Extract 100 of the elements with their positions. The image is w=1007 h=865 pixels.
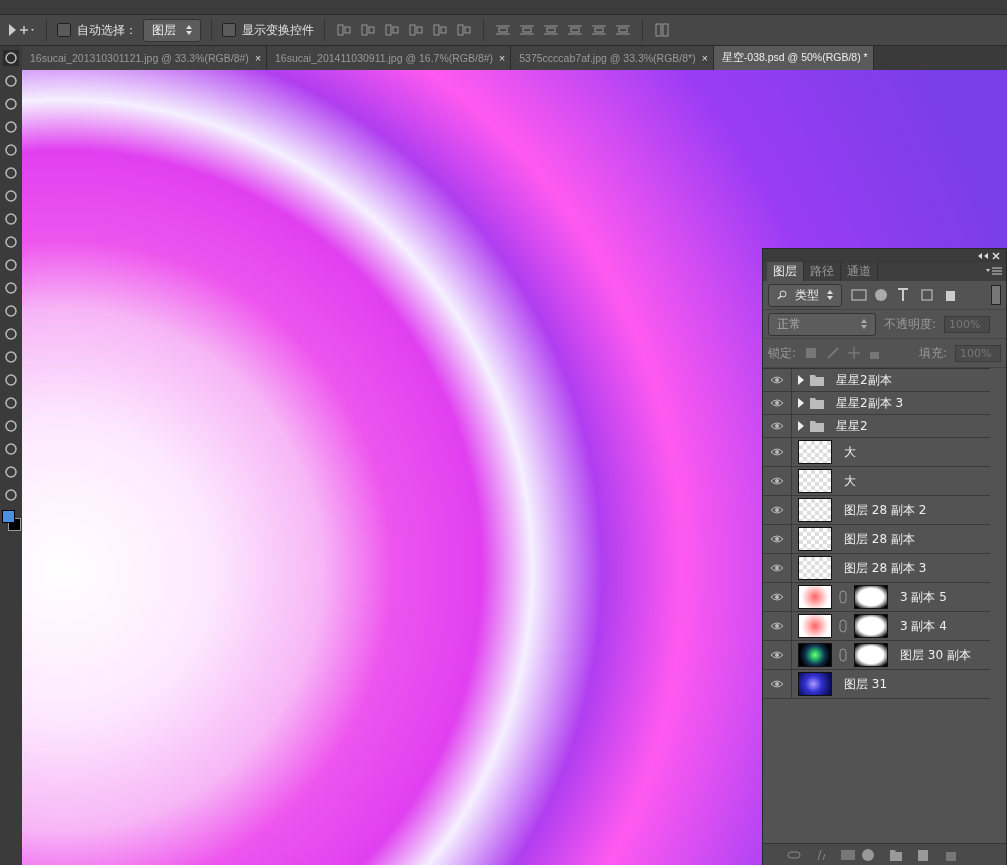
- layer-row[interactable]: 图层 28 副本 3: [763, 554, 990, 583]
- layer-name: 图层 28 副本 2: [844, 501, 927, 519]
- tool-icon[interactable]: [3, 211, 19, 227]
- eye-icon[interactable]: [770, 621, 784, 631]
- layer-name: 图层 28 副本 3: [844, 559, 927, 577]
- link-icon: [838, 590, 848, 604]
- layer-name: 星星2副本 3: [836, 394, 904, 412]
- opacity-label: 不透明度:: [884, 315, 937, 333]
- layer-select-dropdown[interactable]: 图层: [143, 18, 201, 42]
- tool-icon[interactable]: [3, 234, 19, 250]
- tool-icon[interactable]: [3, 372, 19, 388]
- filter-dropdown[interactable]: 类型: [768, 283, 842, 307]
- panel-tab[interactable]: 图层: [767, 262, 804, 281]
- tool-icon[interactable]: [3, 280, 19, 296]
- layer-thumbnail: [798, 614, 832, 638]
- folder-icon[interactable]: [798, 374, 824, 386]
- align-icon[interactable]: [407, 22, 425, 38]
- layer-name: 星星2: [836, 417, 868, 435]
- layer-row[interactable]: 3 副本 4: [763, 612, 990, 641]
- tool-icon[interactable]: [3, 349, 19, 365]
- layer-row[interactable]: 星星2副本: [763, 369, 990, 392]
- folder-icon[interactable]: [798, 397, 824, 409]
- layer-name: 图层 28 副本: [844, 530, 915, 548]
- layer-row[interactable]: 3 副本 5: [763, 583, 990, 612]
- eye-icon[interactable]: [770, 679, 784, 689]
- tool-icon[interactable]: [3, 188, 19, 204]
- eye-icon[interactable]: [770, 563, 784, 573]
- tool-icon[interactable]: [3, 257, 19, 273]
- link-icon: [838, 648, 848, 662]
- fill-label: 填充:: [918, 344, 947, 362]
- tool-icon[interactable]: [3, 50, 19, 66]
- layer-thumbnail: [798, 527, 832, 551]
- layer-row[interactable]: 星星2: [763, 415, 990, 438]
- tool-icon[interactable]: [3, 326, 19, 342]
- align-icon[interactable]: [431, 22, 449, 38]
- tool-icon[interactable]: [3, 487, 19, 503]
- link-icon: [838, 619, 848, 633]
- align-icon[interactable]: [335, 22, 353, 38]
- tool-icon[interactable]: [3, 441, 19, 457]
- layer-row[interactable]: 图层 31: [763, 670, 990, 699]
- align-icon[interactable]: [455, 22, 473, 38]
- tool-icon[interactable]: [3, 73, 19, 89]
- tool-icon[interactable]: [3, 418, 19, 434]
- layer-thumbnail: [798, 585, 832, 609]
- eye-icon[interactable]: [770, 476, 784, 486]
- menu-icon[interactable]: [986, 267, 1002, 277]
- tool-icon[interactable]: [3, 464, 19, 480]
- tool-icon[interactable]: [3, 119, 19, 135]
- panel-tab[interactable]: 路径: [804, 262, 841, 281]
- eye-icon[interactable]: [770, 421, 784, 431]
- align-icon[interactable]: [359, 22, 377, 38]
- auto-select-checkbox[interactable]: [57, 23, 71, 37]
- eye-icon[interactable]: [770, 375, 784, 385]
- layer-thumbnail: [798, 469, 832, 493]
- eye-icon[interactable]: [770, 534, 784, 544]
- layer-row[interactable]: 大: [763, 438, 990, 467]
- layer-name: 大: [844, 472, 856, 490]
- stepper-icon: [186, 25, 192, 35]
- tool-icon[interactable]: [3, 142, 19, 158]
- eye-icon[interactable]: [770, 592, 784, 602]
- document-tab[interactable]: 16sucai_201411030911.jpg @ 16.7%(RGB/8#) ×: [267, 46, 512, 70]
- layer-thumbnail: [798, 643, 832, 667]
- layer-thumbnail: [798, 440, 832, 464]
- auto-align-icon[interactable]: [653, 22, 671, 38]
- eye-icon[interactable]: [770, 505, 784, 515]
- layer-thumbnail: [798, 498, 832, 522]
- layer-row[interactable]: 星星2副本 3: [763, 392, 990, 415]
- document-tab[interactable]: 星空-038.psd @ 50%(RGB/8) *: [713, 46, 874, 70]
- eye-icon[interactable]: [770, 650, 784, 660]
- layer-name: 3 副本 4: [900, 617, 947, 635]
- layer-row[interactable]: 图层 28 副本 2: [763, 496, 990, 525]
- move-tool-icon[interactable]: [6, 22, 36, 38]
- eye-icon[interactable]: [770, 447, 784, 457]
- tool-icon[interactable]: [3, 96, 19, 112]
- layer-name: 图层 30 副本: [900, 646, 971, 664]
- tool-icon[interactable]: [3, 303, 19, 319]
- layer-name: 星星2副本: [836, 371, 892, 389]
- search-icon: [777, 290, 787, 300]
- auto-select-label: 自动选择：: [77, 21, 137, 39]
- layer-name: 图层 31: [844, 675, 888, 693]
- layer-thumbnail: [798, 672, 832, 696]
- show-transform-checkbox[interactable]: [222, 23, 236, 37]
- layer-thumbnail: [798, 556, 832, 580]
- folder-icon[interactable]: [798, 420, 824, 432]
- document-tab[interactable]: 16sucai_201310301121.jpg @ 33.3%(RGB/8#) ×: [22, 46, 267, 70]
- layer-row[interactable]: 大: [763, 467, 990, 496]
- panel-tab[interactable]: 通道: [841, 262, 878, 281]
- filter-toggle[interactable]: [991, 285, 1001, 305]
- layer-row[interactable]: 图层 28 副本: [763, 525, 990, 554]
- collapse-icon[interactable]: [976, 252, 1000, 260]
- show-transform-label: 显示变换控件: [242, 21, 314, 39]
- tool-icon[interactable]: [3, 395, 19, 411]
- layer-name: 3 副本 5: [900, 588, 947, 606]
- color-swatch-icon[interactable]: [2, 510, 20, 532]
- tool-icon[interactable]: [3, 165, 19, 181]
- eye-icon[interactable]: [770, 398, 784, 408]
- align-icon[interactable]: [383, 22, 401, 38]
- document-tab[interactable]: 5375ccccab7af.jpg @ 33.3%(RGB/8*) ×: [511, 46, 714, 70]
- stepper-icon: [861, 319, 867, 329]
- layer-row[interactable]: 图层 30 副本: [763, 641, 990, 670]
